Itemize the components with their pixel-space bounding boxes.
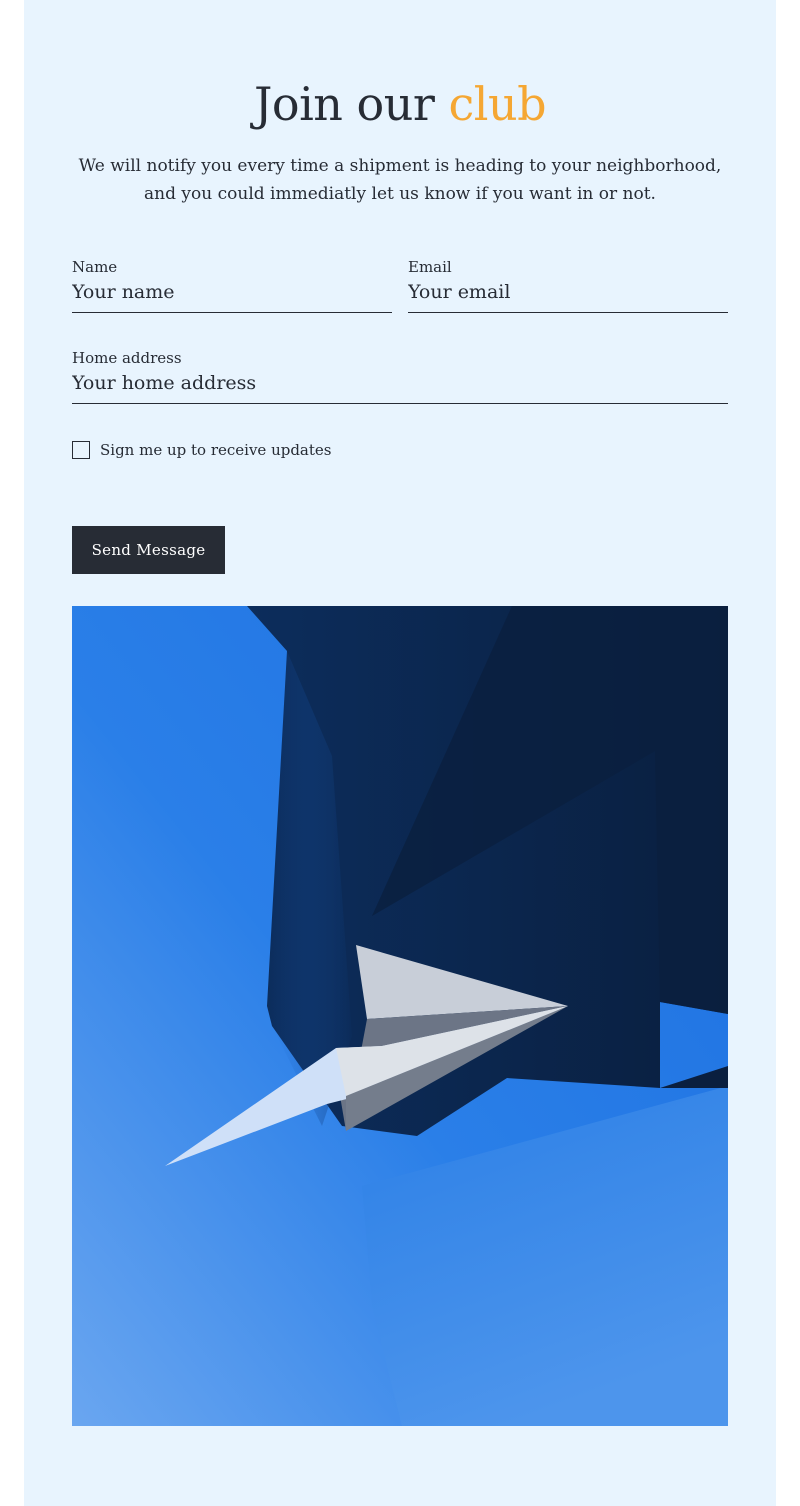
- name-input[interactable]: [72, 276, 392, 312]
- updates-label: Sign me up to receive updates: [100, 441, 332, 459]
- name-label: Name: [72, 258, 118, 276]
- updates-checkbox-row[interactable]: Sign me up to receive updates: [72, 440, 331, 460]
- title-main: Join our: [253, 77, 435, 131]
- paper-plane-illustration: [72, 606, 728, 1426]
- send-message-button[interactable]: Send Message: [72, 526, 225, 574]
- page-description: We will notify you every time a shipment…: [78, 156, 722, 204]
- page-title: Join our club: [24, 74, 776, 134]
- name-field: Name: [72, 258, 392, 313]
- email-input[interactable]: [408, 276, 728, 312]
- email-field: Email: [408, 258, 728, 313]
- signup-card: Join our club We will notify you every t…: [24, 0, 776, 1506]
- paper-plane-icon: [72, 606, 728, 1426]
- address-field: Home address: [72, 349, 728, 404]
- email-label: Email: [408, 258, 452, 276]
- address-input[interactable]: [72, 367, 728, 403]
- address-label: Home address: [72, 349, 182, 367]
- updates-checkbox[interactable]: [72, 441, 90, 459]
- title-accent: club: [448, 77, 547, 131]
